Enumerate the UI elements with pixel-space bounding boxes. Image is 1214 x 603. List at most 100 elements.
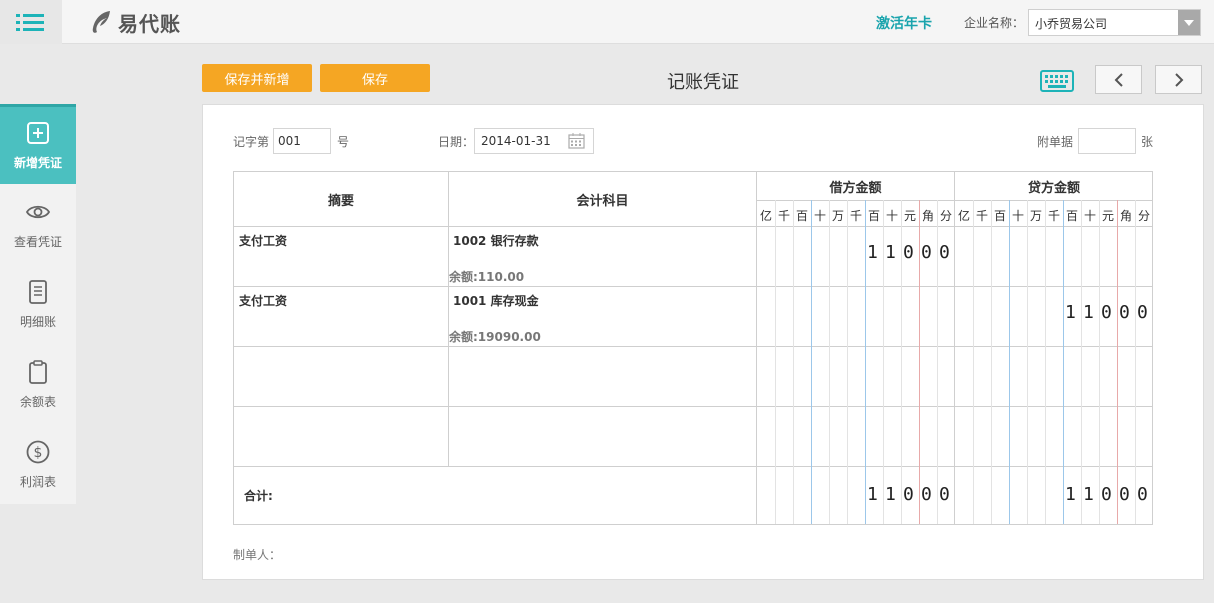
company-label: 企业名称： [964, 16, 1025, 30]
menu-icon[interactable] [0, 0, 62, 44]
grid-line [1081, 200, 1082, 524]
row-1-balance: 余额:110.00 [449, 270, 525, 284]
sidebar-item-ledger[interactable]: 明细账 [0, 264, 76, 344]
next-voucher-button[interactable] [1155, 65, 1202, 94]
sidebar-item-new-voucher[interactable]: 新增凭证 [0, 104, 76, 184]
grid-line [1027, 200, 1028, 524]
dollar-circle-icon: $ [26, 440, 50, 463]
debit-unit-百: 百 [867, 209, 880, 223]
sidebar-item-label: 查看凭证 [13, 234, 62, 249]
grid-line [847, 200, 848, 524]
grid-line [973, 200, 974, 524]
voucher-word-suffix: 号 [337, 135, 350, 149]
plus-square-icon [27, 122, 49, 144]
grid-line [901, 200, 902, 524]
grid-line [793, 200, 794, 524]
grid-line [991, 200, 992, 524]
sidebar-item-profit[interactable]: $ 利润表 [0, 424, 76, 504]
total-debit-digit: 1 [867, 484, 878, 505]
credit-unit-角: 角 [1119, 209, 1132, 223]
voucher-number-input[interactable]: 001 [273, 128, 331, 154]
row-1-account[interactable]: 1002 银行存款 [453, 232, 539, 249]
attachment-suffix: 张 [1141, 135, 1154, 149]
chevron-right-icon [1174, 72, 1183, 87]
row-1-debit-digit: 0 [921, 242, 932, 263]
date-label: 日期： [438, 135, 475, 149]
debit-unit-分: 分 [939, 209, 952, 223]
grid-line [1063, 200, 1064, 524]
row-2-balance: 余额:19090.00 [449, 330, 541, 344]
grid-line [865, 200, 866, 524]
grid-line [1135, 200, 1136, 524]
page-title: 记账凭证 [667, 72, 739, 93]
row-2-summary[interactable]: 支付工资 [239, 292, 287, 309]
chevron-down-icon[interactable] [1178, 10, 1200, 35]
grid-line [234, 286, 1152, 287]
voucher-word-label: 记字第 [233, 135, 270, 149]
grid-line [883, 200, 884, 524]
grid-line [1045, 200, 1046, 524]
svg-text:$: $ [34, 445, 43, 461]
app-logo: 易代账 [88, 7, 198, 37]
sidebar-item-balance-sheet[interactable]: 余额表 [0, 344, 76, 424]
debit-unit-百: 百 [795, 209, 808, 223]
attachment-label: 附单据 [1037, 135, 1074, 149]
debit-unit-元: 元 [903, 209, 916, 223]
sidebar-item-label: 新增凭证 [13, 156, 62, 170]
row-2-credit-digit: 1 [1065, 302, 1076, 323]
sidebar-item-label: 明细账 [19, 314, 56, 329]
company-select-value: 小乔贸易公司 [1035, 17, 1108, 31]
total-debit-digit: 0 [939, 484, 950, 505]
logo-feather-icon [92, 11, 110, 33]
sidebar: 新增凭证 查看凭证 明细账 余额表 $ 利润表 [0, 104, 76, 504]
calendar-icon[interactable] [568, 132, 585, 149]
total-credit-digit: 0 [1101, 484, 1112, 505]
attachment-count-input[interactable] [1078, 128, 1136, 154]
row-1-debit-digit: 0 [939, 242, 950, 263]
column-header-debit: 借方金额 [829, 181, 882, 196]
clipboard-icon [29, 359, 47, 384]
sidebar-item-label: 余额表 [19, 394, 56, 409]
activate-annual-card-link[interactable]: 激活年卡 [876, 13, 932, 33]
grid-line [234, 346, 1152, 347]
row-2-credit-digit: 0 [1101, 302, 1112, 323]
chevron-left-icon [1114, 72, 1123, 87]
row-2-credit-digit: 1 [1083, 302, 1094, 323]
date-value: 2014-01-31 [481, 134, 551, 148]
top-bar: 易代账 激活年卡 企业名称： 小乔贸易公司 [0, 0, 1214, 44]
grid-line [1099, 200, 1100, 524]
credit-unit-千: 千 [975, 209, 988, 223]
credit-unit-万: 万 [1029, 209, 1042, 223]
save-button[interactable]: 保存 [320, 64, 430, 92]
row-1-debit-digit: 0 [903, 242, 914, 263]
save-and-new-button[interactable]: 保存并新增 [202, 64, 312, 92]
credit-unit-十: 十 [1011, 209, 1024, 223]
row-1-debit-digit: 1 [885, 242, 896, 263]
sidebar-item-view-voucher[interactable]: 查看凭证 [0, 184, 76, 264]
row-2-credit-digit: 0 [1137, 302, 1148, 323]
row-2-account[interactable]: 1001 库存现金 [453, 292, 539, 309]
debit-unit-角: 角 [921, 209, 934, 223]
grid-line [937, 200, 938, 524]
keyboard-icon[interactable] [1040, 70, 1074, 92]
total-credit-digit: 1 [1065, 484, 1076, 505]
company-select[interactable]: 小乔贸易公司 [1028, 9, 1201, 36]
credit-unit-十: 十 [1083, 209, 1096, 223]
sidebar-item-label: 利润表 [19, 474, 56, 489]
maker-label: 制单人： [233, 548, 282, 562]
grid-line [234, 226, 1152, 227]
grid-line [448, 172, 449, 466]
debit-unit-千: 千 [777, 209, 790, 223]
logo-text: 易代账 [118, 11, 181, 36]
debit-unit-十: 十 [885, 209, 898, 223]
credit-unit-亿: 亿 [957, 209, 970, 223]
document-icon [29, 279, 47, 304]
grid-line [829, 200, 830, 524]
credit-unit-千: 千 [1047, 209, 1060, 223]
row-1-summary[interactable]: 支付工资 [239, 232, 287, 249]
prev-voucher-button[interactable] [1095, 65, 1142, 94]
total-debit-digit: 1 [885, 484, 896, 505]
credit-unit-百: 百 [1065, 209, 1078, 223]
grid-line [756, 172, 757, 524]
total-credit-digit: 1 [1083, 484, 1094, 505]
